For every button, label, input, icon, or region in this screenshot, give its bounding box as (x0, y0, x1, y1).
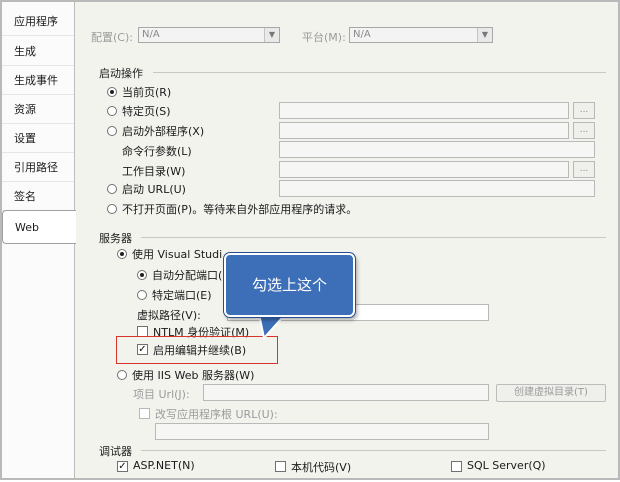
working-dir-browse-button[interactable]: ... (573, 161, 595, 178)
override-root-checkbox[interactable] (139, 408, 150, 419)
chevron-down-icon: ▼ (264, 28, 279, 42)
native-debugger-label: 本机代码(V) (291, 461, 352, 474)
override-root-input[interactable] (155, 423, 489, 440)
highlight-box (116, 336, 278, 364)
debuggers-title: 调试器 (99, 445, 132, 458)
aspnet-debugger-label: ASP.NET(N) (133, 459, 195, 472)
radio-auto-port[interactable] (137, 270, 147, 280)
specific-page-label: 特定页(S) (122, 105, 171, 118)
platform-label: 平台(M): (302, 31, 346, 44)
specific-page-input[interactable] (279, 102, 569, 119)
sidebar: 应用程序 生成 生成事件 资源 设置 引用路径 签名 Web (2, 2, 76, 478)
cmd-args-input[interactable] (279, 141, 595, 158)
working-dir-input[interactable] (279, 161, 569, 178)
start-url-input[interactable] (279, 180, 595, 197)
dont-open-label: 不打开页面(P)。等待来自外部应用程序的请求。 (122, 203, 358, 216)
tab-resources[interactable]: 资源 (2, 96, 74, 124)
tab-build[interactable]: 生成 (2, 38, 74, 66)
radio-specific-page[interactable] (107, 106, 117, 116)
divider (141, 237, 606, 238)
platform-value: N/A (353, 29, 371, 40)
use-iis-label: 使用 IIS Web 服务器(W) (132, 369, 255, 382)
aspnet-debugger-checkbox[interactable]: ✓ (117, 461, 128, 472)
divider (153, 72, 606, 73)
start-external-label: 启动外部程序(X) (122, 125, 205, 138)
cmd-args-label: 命令行参数(L) (122, 145, 192, 158)
tab-reference-paths[interactable]: 引用路径 (2, 154, 74, 182)
config-value: N/A (142, 29, 160, 40)
use-vs-server-label: 使用 Visual Studi (132, 248, 223, 261)
platform-select[interactable]: N/A ▼ (349, 27, 493, 43)
startup-actions-title: 启动操作 (99, 67, 143, 80)
radio-start-url[interactable] (107, 184, 117, 194)
native-debugger-checkbox[interactable] (275, 461, 286, 472)
create-virtual-directory-button[interactable]: 创建虚拟目录(T) (496, 384, 606, 402)
external-program-browse-button[interactable]: ... (573, 122, 595, 139)
callout-bubble: 勾选上这个 (224, 253, 355, 317)
divider (141, 450, 606, 451)
radio-dont-open[interactable] (107, 204, 117, 214)
specific-page-browse-button[interactable]: ... (573, 102, 595, 119)
start-url-label: 启动 URL(U) (122, 183, 186, 196)
radio-use-iis[interactable] (117, 370, 127, 380)
radio-use-vs-server[interactable] (117, 249, 127, 259)
web-settings-panel: 配置(C): N/A ▼ 平台(M): N/A ▼ 启动操作 当前页(R) 特定… (75, 2, 618, 478)
tab-web[interactable]: Web (2, 210, 76, 244)
config-label: 配置(C): (91, 31, 133, 44)
current-page-label: 当前页(R) (122, 86, 172, 99)
sql-debugger-label: SQL Server(Q) (467, 459, 546, 472)
config-select[interactable]: N/A ▼ (138, 27, 280, 43)
radio-start-external[interactable] (107, 126, 117, 136)
chevron-down-icon: ▼ (477, 28, 492, 42)
tab-signing[interactable]: 签名 (2, 183, 74, 211)
sql-debugger-checkbox[interactable] (451, 461, 462, 472)
project-url-input[interactable] (203, 384, 489, 401)
tab-application[interactable]: 应用程序 (2, 8, 74, 36)
override-root-label: 改写应用程序根 URL(U): (155, 408, 278, 421)
tab-build-events[interactable]: 生成事件 (2, 67, 74, 95)
specific-port-label: 特定端口(E) (152, 289, 212, 302)
external-program-input[interactable] (279, 122, 569, 139)
servers-title: 服务器 (99, 232, 132, 245)
working-dir-label: 工作目录(W) (122, 165, 186, 178)
radio-specific-port[interactable] (137, 290, 147, 300)
tab-settings[interactable]: 设置 (2, 125, 74, 153)
project-url-label: 项目 Url(J): (133, 388, 190, 401)
virtual-path-label: 虚拟路径(V): (137, 309, 201, 322)
auto-port-label: 自动分配端口( (152, 269, 223, 282)
properties-window: 应用程序 生成 生成事件 资源 设置 引用路径 签名 Web 配置(C): N/… (0, 0, 620, 480)
radio-current-page[interactable] (107, 87, 117, 97)
